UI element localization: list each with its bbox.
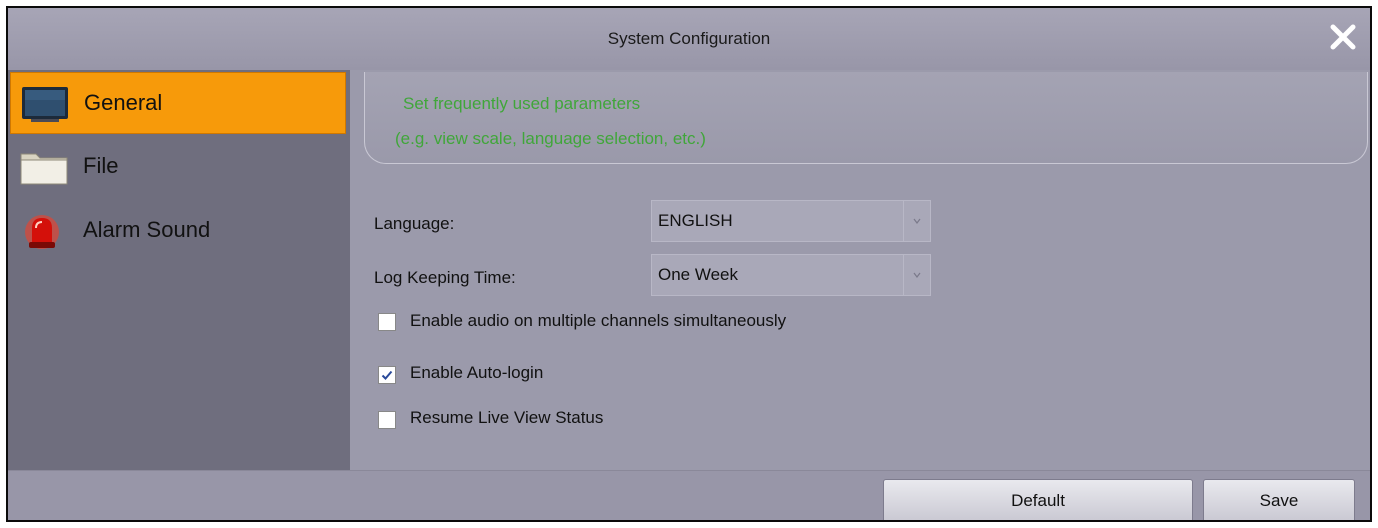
dropdown-arrow[interactable] xyxy=(903,201,930,241)
enable-auto-login-label[interactable]: Enable Auto-login xyxy=(410,363,543,383)
resume-live-view-status-label[interactable]: Resume Live View Status xyxy=(410,408,603,428)
language-label: Language: xyxy=(374,214,455,233)
info-banner: Set frequently used parameters (e.g. vie… xyxy=(364,72,1368,164)
dialog-footer: Default Save xyxy=(8,470,1370,520)
dialog-title: System Configuration xyxy=(607,29,771,48)
enable-audio-multiple-channels-label[interactable]: Enable audio on multiple channels simult… xyxy=(410,311,786,331)
checkmark-icon xyxy=(381,370,393,380)
log-keeping-time-label: Log Keeping Time: xyxy=(374,268,516,287)
save-button[interactable]: Save xyxy=(1203,479,1355,520)
folder-icon xyxy=(20,148,68,186)
sidebar-item-alarm-sound[interactable]: Alarm Sound xyxy=(10,200,346,262)
general-settings-panel: Set frequently used parameters (e.g. vie… xyxy=(350,70,1370,470)
sidebar-item-general[interactable]: General xyxy=(10,72,346,134)
enable-auto-login-checkbox[interactable] xyxy=(378,366,396,384)
dropdown-arrow[interactable] xyxy=(903,255,930,295)
resume-live-view-status-checkbox[interactable] xyxy=(378,411,396,429)
sidebar-item-label: General xyxy=(84,90,163,115)
language-select[interactable]: ENGLISH xyxy=(651,200,931,242)
enable-audio-multiple-channels-checkbox[interactable] xyxy=(378,313,396,331)
language-value: ENGLISH xyxy=(658,211,733,230)
default-button[interactable]: Default xyxy=(883,479,1193,520)
info-line-1: Set frequently used parameters xyxy=(403,94,641,113)
title-bar: System Configuration xyxy=(8,8,1370,70)
monitor-icon xyxy=(21,85,69,123)
log-keeping-time-value: One Week xyxy=(658,265,739,284)
info-line-2: (e.g. view scale, language selection, et… xyxy=(395,129,706,148)
sidebar-item-file[interactable]: File xyxy=(10,136,346,198)
sidebar-item-label: File xyxy=(83,153,119,178)
close-icon[interactable] xyxy=(1328,22,1358,52)
system-configuration-dialog: System Configuration General File Alarm … xyxy=(6,6,1372,522)
alarm-light-icon xyxy=(20,212,68,250)
sidebar: General File Alarm Sound xyxy=(8,70,350,470)
chevron-down-icon xyxy=(913,272,921,278)
sidebar-item-label: Alarm Sound xyxy=(83,217,211,242)
log-keeping-time-select[interactable]: One Week xyxy=(651,254,931,296)
chevron-down-icon xyxy=(913,218,921,224)
